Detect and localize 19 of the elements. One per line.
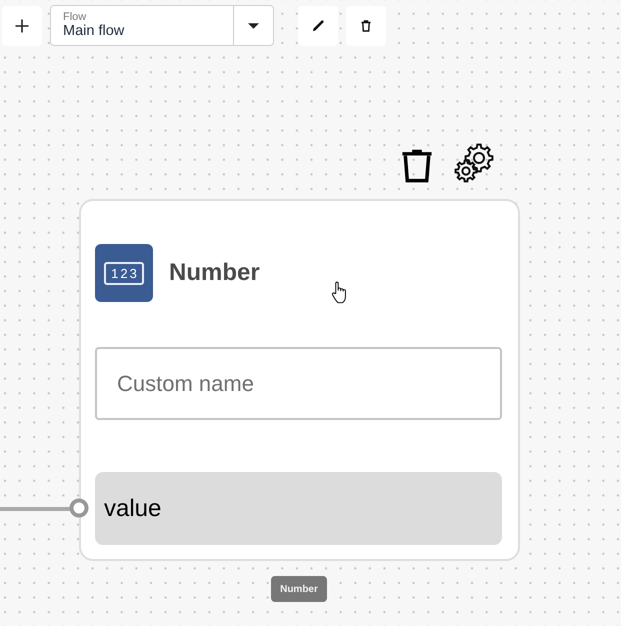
trash-icon[interactable] <box>401 148 433 183</box>
flow-label: Flow <box>63 11 88 23</box>
settings-icon[interactable] <box>454 143 494 183</box>
caret-icon <box>248 22 259 28</box>
delete-button[interactable] <box>346 6 386 46</box>
port-handle-icon[interactable] <box>69 498 89 518</box>
flow-select[interactable]: Flow Main flow <box>50 5 274 46</box>
pencil-icon <box>312 19 324 32</box>
plus-icon <box>15 18 29 32</box>
number-icon: 123 <box>95 244 153 302</box>
edit-button[interactable] <box>298 6 338 46</box>
add-button[interactable] <box>2 6 42 46</box>
node-type-label: Number <box>271 576 327 602</box>
port-label: value <box>104 494 162 522</box>
trash-icon <box>361 20 371 32</box>
flow-value: Main flow <box>63 23 126 40</box>
node-title: Number <box>169 259 260 287</box>
custom-name-field[interactable]: Custom name <box>95 347 502 420</box>
hand-cursor-icon <box>331 281 348 304</box>
